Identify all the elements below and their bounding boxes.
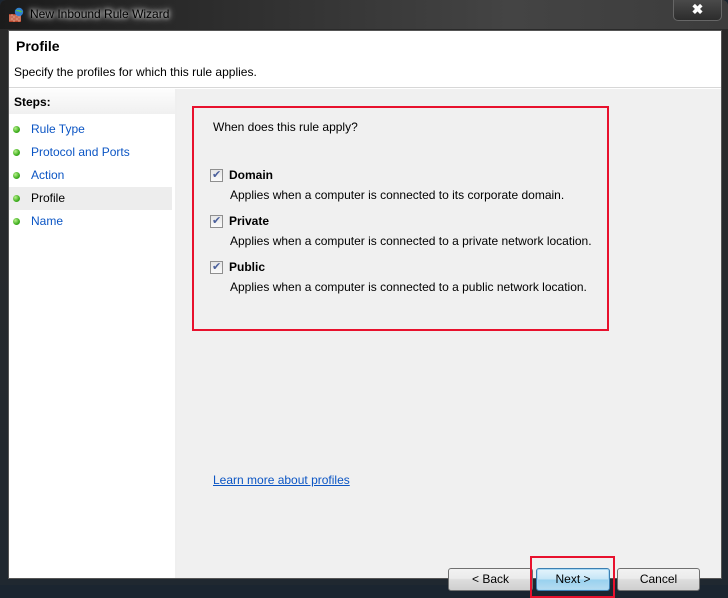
- title-bar[interactable]: New Inbound Rule Wizard ✖: [0, 0, 728, 29]
- steps-panel: Steps: Rule Type Protocol and Ports Acti…: [9, 89, 177, 578]
- step-pending-icon: [13, 218, 20, 225]
- private-description: Applies when a computer is connected to …: [230, 234, 592, 248]
- private-checkbox[interactable]: [210, 214, 223, 228]
- back-button[interactable]: < Back: [448, 568, 533, 591]
- page-title: Profile: [16, 38, 60, 54]
- step-label: Name: [31, 214, 64, 228]
- private-label[interactable]: Private: [229, 214, 269, 228]
- close-icon: ✖: [691, 1, 704, 17]
- step-complete-icon: [13, 126, 20, 133]
- public-checkbox[interactable]: [210, 260, 223, 274]
- content-panel: When does this rule apply? Domain Applie…: [177, 89, 721, 598]
- question-label: When does this rule apply?: [213, 120, 358, 134]
- window-title: New Inbound Rule Wizard: [30, 7, 170, 21]
- step-label: Action: [31, 168, 65, 182]
- step-complete-icon: [13, 149, 20, 156]
- step-complete-icon: [13, 172, 20, 179]
- step-protocol-and-ports[interactable]: Protocol and Ports: [9, 141, 172, 164]
- close-button[interactable]: ✖: [673, 0, 722, 21]
- steps-heading-label: Steps:: [14, 95, 51, 109]
- page-header: Profile Specify the profiles for which t…: [9, 31, 721, 88]
- domain-label[interactable]: Domain: [229, 168, 273, 182]
- public-description: Applies when a computer is connected to …: [230, 280, 587, 294]
- step-label: Profile: [31, 191, 66, 205]
- step-profile[interactable]: Profile: [9, 187, 172, 210]
- public-label[interactable]: Public: [229, 260, 265, 274]
- step-action[interactable]: Action: [9, 164, 172, 187]
- step-rule-type[interactable]: Rule Type: [9, 118, 172, 141]
- highlight-box-next: [530, 556, 615, 598]
- cancel-button[interactable]: Cancel: [617, 568, 700, 591]
- step-current-icon: [13, 195, 20, 202]
- firewall-icon: [9, 7, 24, 22]
- step-name[interactable]: Name: [9, 210, 172, 233]
- step-label: Rule Type: [31, 122, 85, 136]
- wizard-window: New Inbound Rule Wizard ✖ Profile Specif…: [0, 0, 728, 598]
- steps-heading: Steps:: [9, 89, 175, 114]
- page-subtitle: Specify the profiles for which this rule…: [14, 65, 257, 79]
- domain-description: Applies when a computer is connected to …: [230, 188, 565, 202]
- domain-checkbox[interactable]: [210, 168, 223, 182]
- step-label: Protocol and Ports: [31, 145, 130, 159]
- wizard-client-area: Profile Specify the profiles for which t…: [8, 30, 722, 598]
- learn-more-link[interactable]: Learn more about profiles: [213, 473, 350, 487]
